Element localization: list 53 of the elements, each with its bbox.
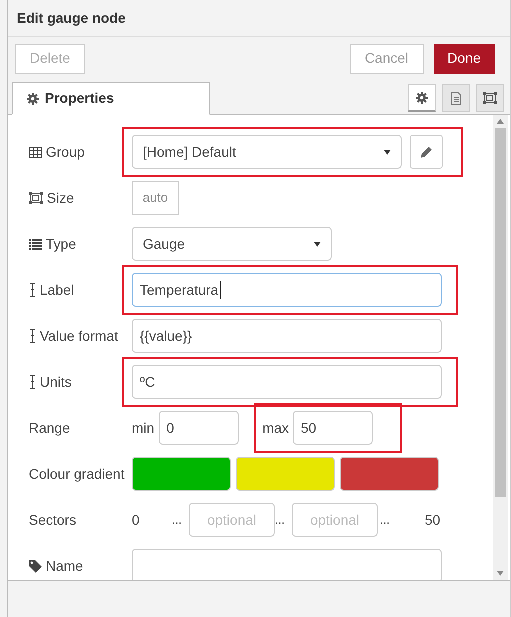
colour-swatch[interactable] — [236, 457, 335, 491]
input-field[interactable]: 50 — [293, 411, 374, 445]
scrollbar[interactable] — [493, 115, 508, 580]
pencil-icon — [421, 146, 432, 158]
dialog-title: Edit gauge node — [17, 8, 126, 28]
ellipsis: ... — [172, 512, 184, 529]
field-label: Type — [46, 234, 76, 254]
min-label: min — [132, 418, 155, 438]
description-button[interactable] — [442, 84, 470, 112]
gear-icon — [416, 92, 428, 104]
field-label: Sectors — [29, 510, 76, 530]
text-cursor-icon — [29, 283, 36, 297]
settings-button[interactable] — [408, 84, 436, 112]
field-label: Group — [46, 142, 85, 162]
done-button[interactable]: Done — [434, 44, 495, 74]
caret-icon — [384, 150, 391, 154]
field-label: Units — [40, 372, 72, 392]
frame-icon — [483, 92, 497, 104]
input-field[interactable]: Temperatura — [132, 273, 442, 307]
input-field[interactable]: 0 — [158, 411, 239, 445]
document-icon — [450, 92, 462, 104]
scroll-up-icon[interactable] — [497, 119, 504, 124]
field-label: Value format — [40, 326, 118, 346]
gear-icon — [27, 92, 39, 104]
colour-swatch[interactable] — [340, 457, 439, 491]
input-field[interactable]: {{value}} — [132, 319, 442, 353]
ellipsis: ... — [275, 512, 286, 529]
text-cursor-icon — [29, 329, 36, 343]
edit-button[interactable] — [410, 135, 443, 169]
sector-start: 0 — [132, 510, 141, 530]
frame-icon — [29, 192, 43, 204]
text-cursor-icon — [29, 375, 36, 389]
field-label: Range — [29, 418, 70, 438]
field-label: Size — [47, 188, 74, 208]
ellipsis: ... — [380, 512, 392, 529]
size-button[interactable]: auto — [132, 181, 179, 215]
dropdown[interactable]: [Home] Default — [132, 135, 402, 169]
input-field[interactable] — [132, 549, 442, 580]
table-icon — [29, 146, 42, 158]
caret-icon — [314, 242, 321, 246]
dropdown[interactable]: Gauge — [132, 227, 332, 261]
field-label: Label — [40, 280, 74, 300]
colour-swatch[interactable] — [132, 457, 231, 491]
max-label: max — [262, 418, 290, 438]
list-icon — [29, 238, 42, 250]
field-label: Name — [46, 556, 84, 576]
sector-end: 50 — [425, 510, 441, 530]
properties-tab[interactable]: Properties — [12, 82, 210, 115]
input-field[interactable]: ºC — [132, 365, 442, 399]
scroll-down-icon[interactable] — [497, 571, 504, 576]
appearance-button[interactable] — [476, 84, 504, 112]
field-label: Colour gradient — [29, 464, 125, 484]
tag-icon — [29, 560, 42, 572]
